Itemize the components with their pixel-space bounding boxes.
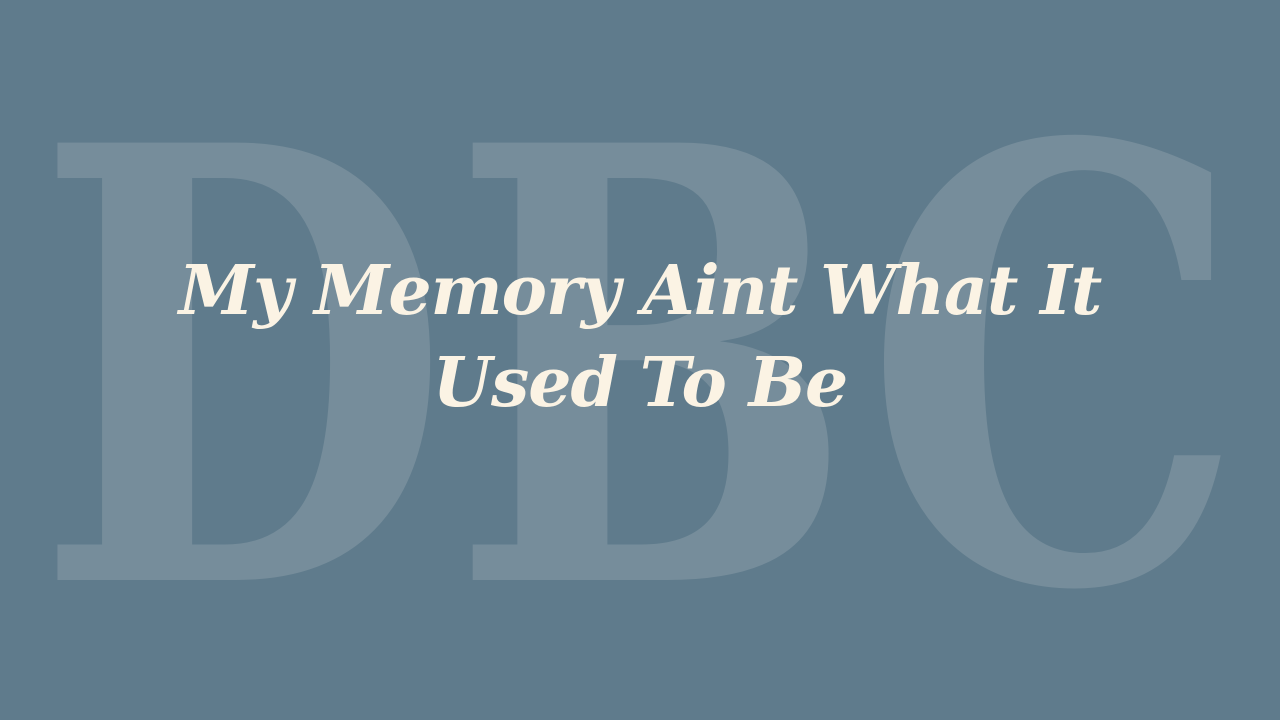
title-card: DBC My Memory Aint What It Used To Be [0, 0, 1280, 720]
page-title: My Memory Aint What It Used To Be [178, 251, 1103, 423]
